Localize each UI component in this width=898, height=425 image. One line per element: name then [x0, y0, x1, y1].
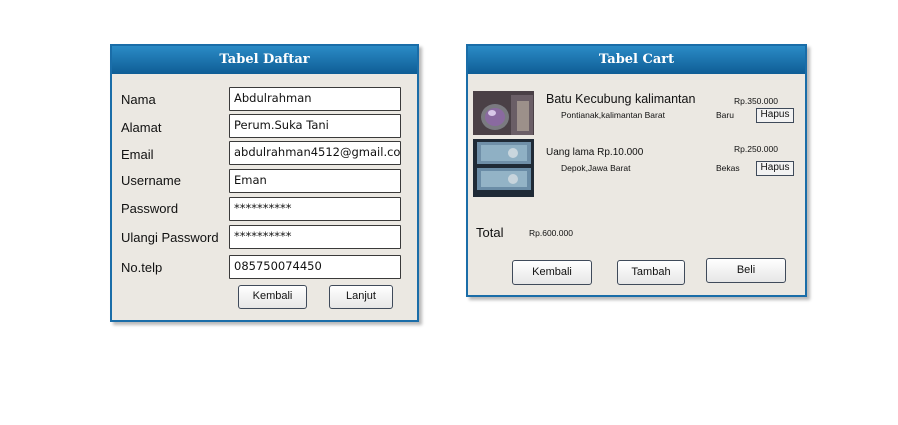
item-1-remove-button[interactable]: Hapus [756, 108, 794, 123]
registration-title: Tabel Daftar [112, 46, 417, 74]
item-2-remove-button[interactable]: Hapus [756, 161, 794, 176]
item-1-condition: Baru [716, 110, 734, 120]
username-label: Username [121, 173, 181, 188]
phone-label: No.telp [121, 260, 163, 275]
gemstone-icon [473, 91, 534, 135]
email-field[interactable]: abdulrahman4512@gmail.com [229, 141, 401, 165]
username-field[interactable]: Eman [229, 169, 401, 193]
confirm-password-label: Ulangi Password [121, 230, 219, 245]
banknote-image [473, 139, 534, 197]
address-field[interactable]: Perum.Suka Tani [229, 114, 401, 138]
phone-field[interactable]: 085750074450 [229, 255, 401, 279]
buy-button[interactable]: Beli [706, 258, 786, 283]
cart-back-button[interactable]: Kembali [512, 260, 592, 285]
add-button[interactable]: Tambah [617, 260, 685, 285]
confirm-password-field[interactable]: ********** [229, 225, 401, 249]
item-1-name: Batu Kecubung kalimantan [546, 92, 696, 106]
item-1-location: Pontianak,kalimantan Barat [561, 110, 665, 120]
cart-title: Tabel Cart [468, 46, 805, 74]
item-1-price: Rp.350.000 [734, 96, 778, 106]
total-value: Rp.600.000 [529, 228, 573, 238]
item-2-location: Depok,Jawa Barat [561, 163, 631, 173]
email-label: Email [121, 147, 154, 162]
banknote-icon [473, 139, 534, 197]
registration-panel: Tabel Daftar Nama Abdulrahman Alamat Per… [110, 44, 419, 322]
item-2-name: Uang lama Rp.10.000 [546, 147, 644, 158]
total-label: Total [476, 225, 504, 240]
password-field[interactable]: ********** [229, 197, 401, 221]
name-label: Nama [121, 92, 156, 107]
password-label: Password [121, 201, 179, 216]
address-label: Alamat [121, 120, 162, 135]
next-button[interactable]: Lanjut [329, 285, 393, 309]
cart-panel: Tabel Cart Batu Kecubung kalimantan Pont… [466, 44, 807, 297]
back-button[interactable]: Kembali [238, 285, 307, 309]
item-2-price: Rp.250.000 [734, 144, 778, 154]
item-2-condition: Bekas [716, 163, 740, 173]
gemstone-ring-image [473, 91, 534, 135]
name-field[interactable]: Abdulrahman [229, 87, 401, 111]
